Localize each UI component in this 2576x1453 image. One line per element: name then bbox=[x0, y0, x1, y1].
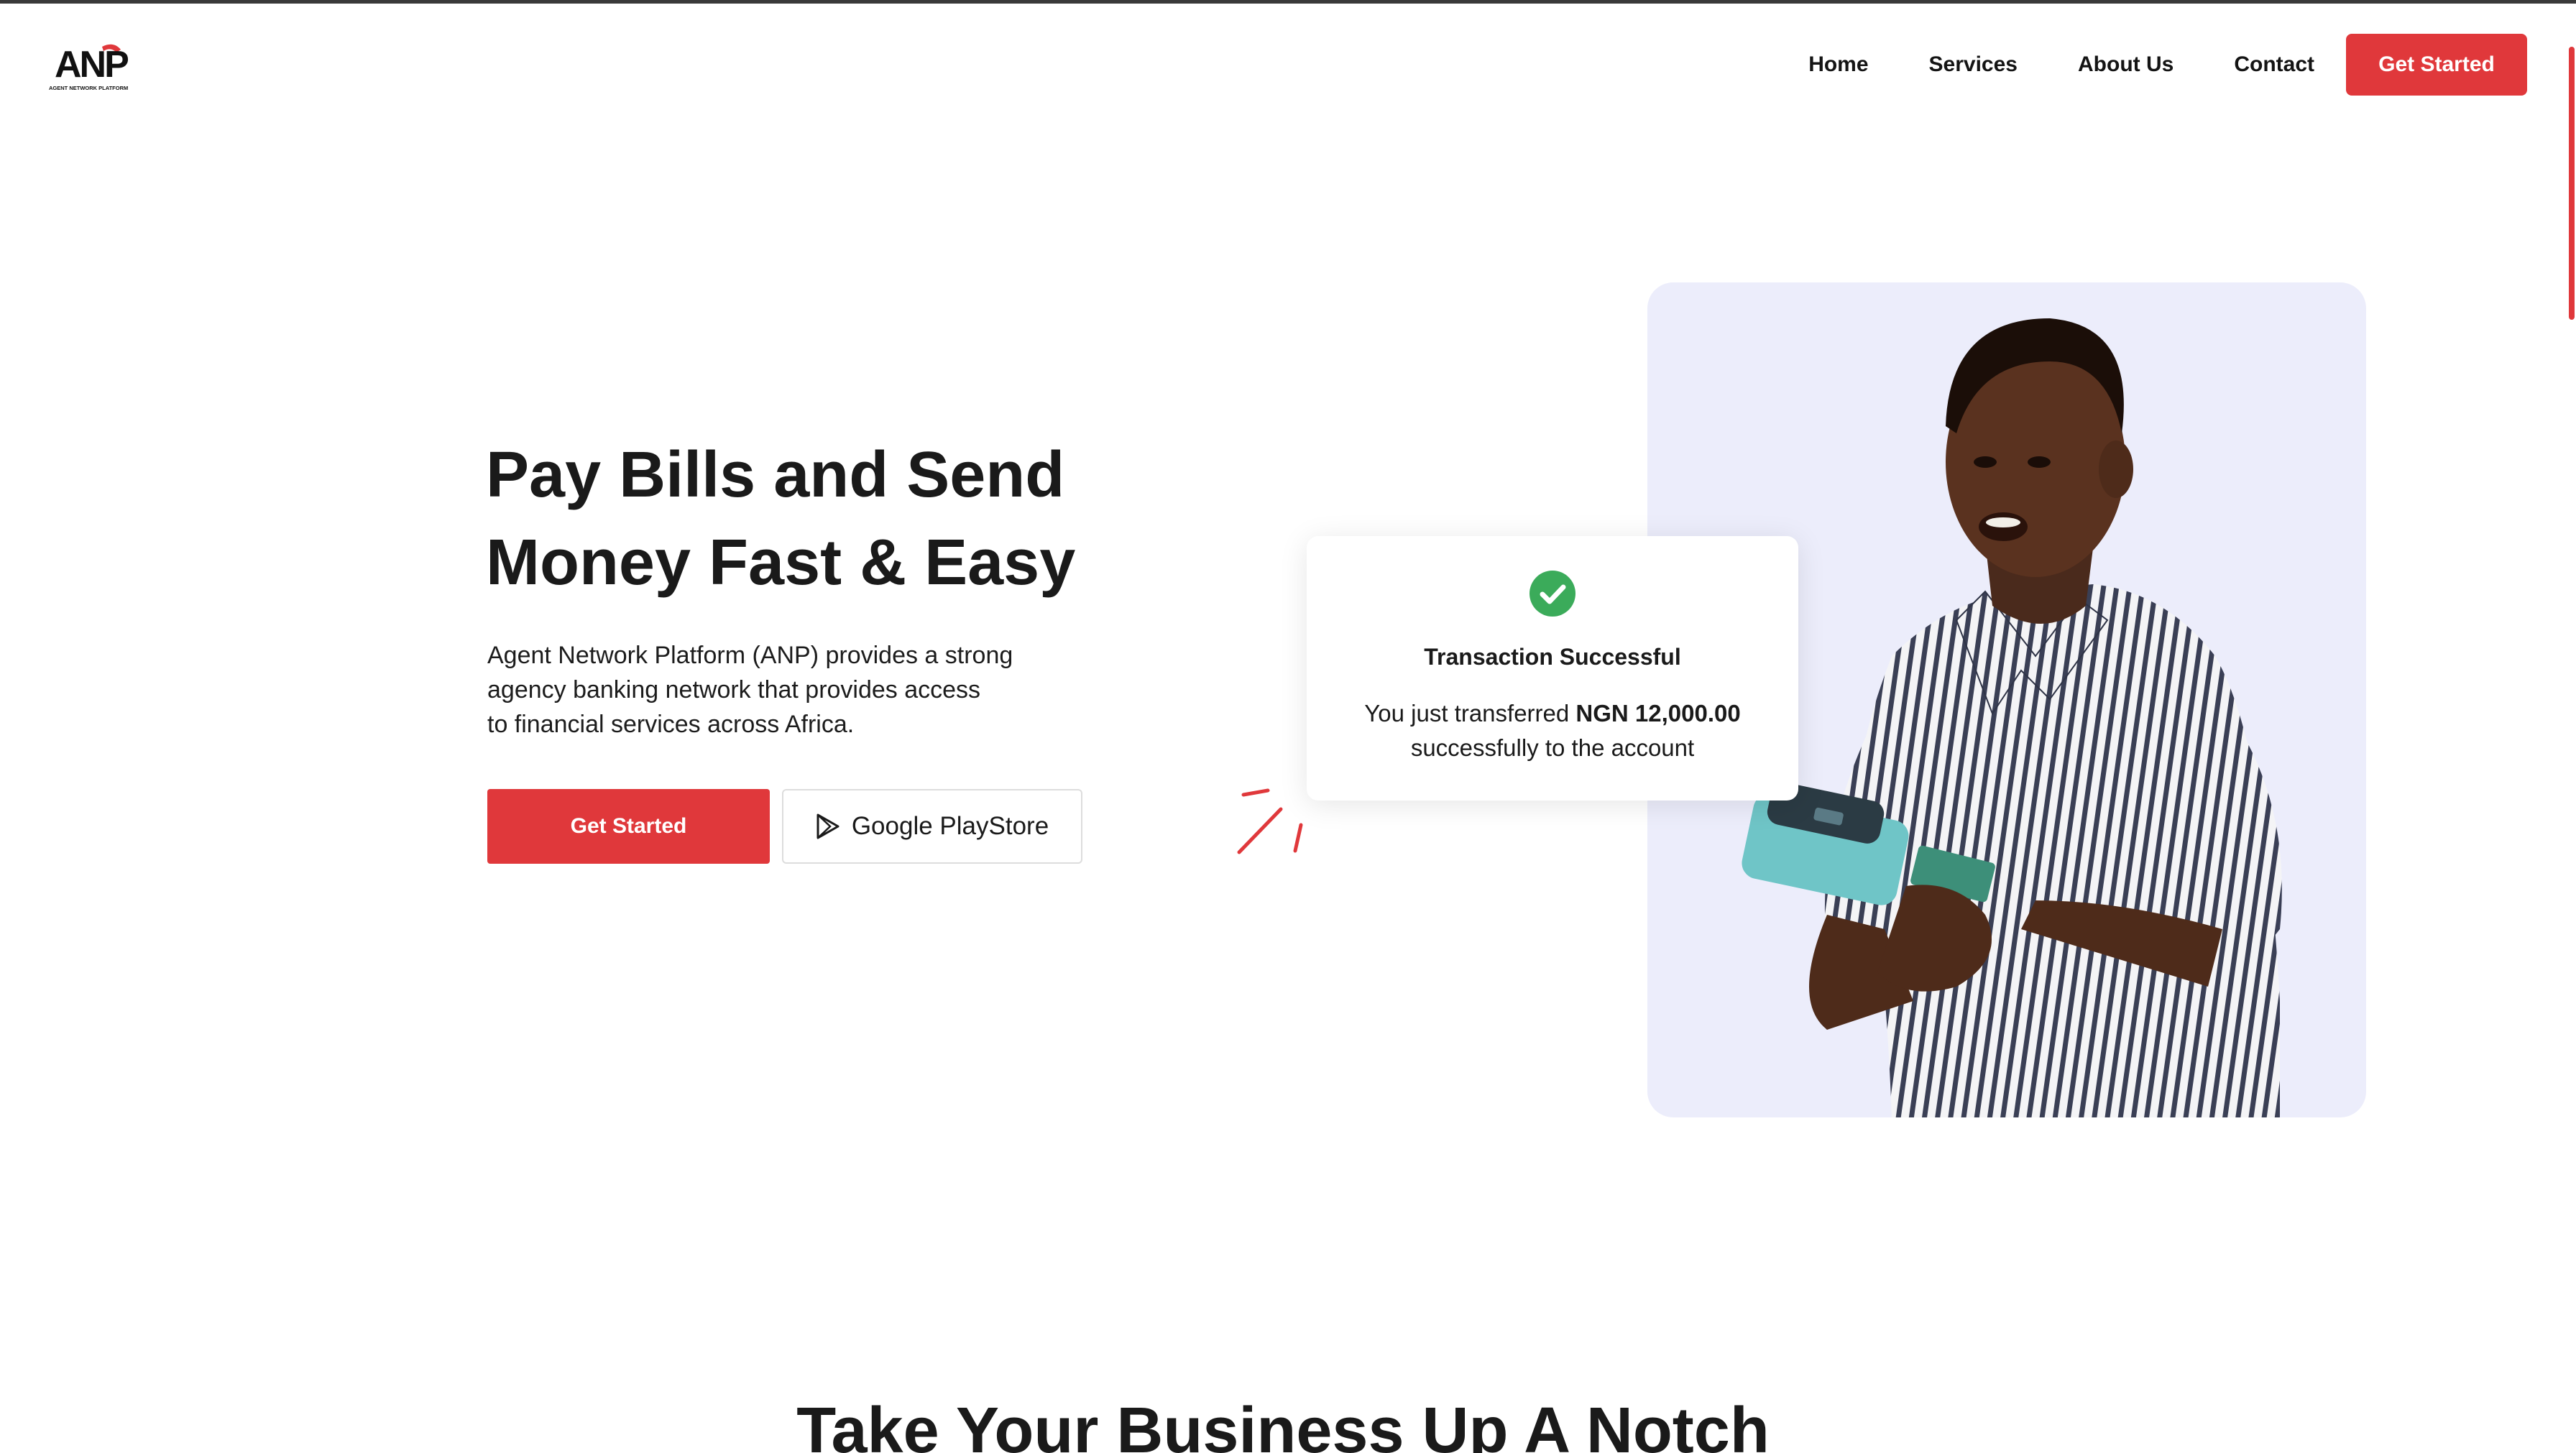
transaction-message-line2: successfully to the account bbox=[1410, 734, 1695, 761]
scrollbar[interactable] bbox=[2566, 4, 2576, 1453]
hero-title: Pay Bills and Send Money Fast & Easy bbox=[486, 431, 1133, 606]
transaction-message-line1: You just transferred NGN 12,000.00 bbox=[1307, 700, 1798, 727]
transaction-amount: NGN 12,000.00 bbox=[1576, 700, 1741, 726]
site-header: ANP AGENT NETWORK PLATFORM Home Services… bbox=[0, 4, 2566, 126]
google-playstore-button[interactable]: Google PlayStore bbox=[782, 789, 1082, 864]
transaction-prefix: You just transferred bbox=[1364, 700, 1576, 726]
anp-logo[interactable]: ANP AGENT NETWORK PLATFORM bbox=[47, 40, 137, 93]
hero-desc-line2: agency banking network that provides acc… bbox=[487, 676, 981, 704]
hero-title-line2: Money Fast & Easy bbox=[486, 527, 1076, 599]
hero-get-started-button[interactable]: Get Started bbox=[487, 789, 770, 864]
google-playstore-label: Google PlayStore bbox=[851, 812, 1049, 840]
hero-desc-line1: Agent Network Platform (ANP) provides a … bbox=[487, 642, 1013, 669]
main-nav: Home Services About Us Contact Get Start… bbox=[1808, 32, 2527, 97]
nav-about-us[interactable]: About Us bbox=[2078, 52, 2174, 77]
hero-desc-line3: to financial services across Africa. bbox=[487, 711, 855, 738]
check-circle-icon bbox=[1530, 571, 1576, 617]
header-get-started-button[interactable]: Get Started bbox=[2346, 34, 2527, 96]
transaction-title: Transaction Successful bbox=[1424, 644, 1681, 670]
play-store-icon bbox=[816, 813, 840, 839]
hero-title-line1: Pay Bills and Send bbox=[486, 439, 1065, 511]
logo-subtitle: AGENT NETWORK PLATFORM bbox=[49, 85, 128, 91]
scrollbar-thumb[interactable] bbox=[2569, 47, 2575, 320]
sparkle-decoration bbox=[1237, 788, 1303, 854]
nav-services[interactable]: Services bbox=[1929, 52, 2018, 77]
section-heading: Take Your Business Up A Notch bbox=[796, 1395, 1770, 1453]
hero-description: Agent Network Platform (ANP) provides a … bbox=[487, 638, 1062, 742]
transaction-success-card: Transaction Successful You just transfer… bbox=[1307, 536, 1798, 801]
logo-text: ANP bbox=[55, 44, 128, 86]
nav-contact[interactable]: Contact bbox=[2234, 52, 2314, 77]
nav-home[interactable]: Home bbox=[1808, 52, 1868, 77]
